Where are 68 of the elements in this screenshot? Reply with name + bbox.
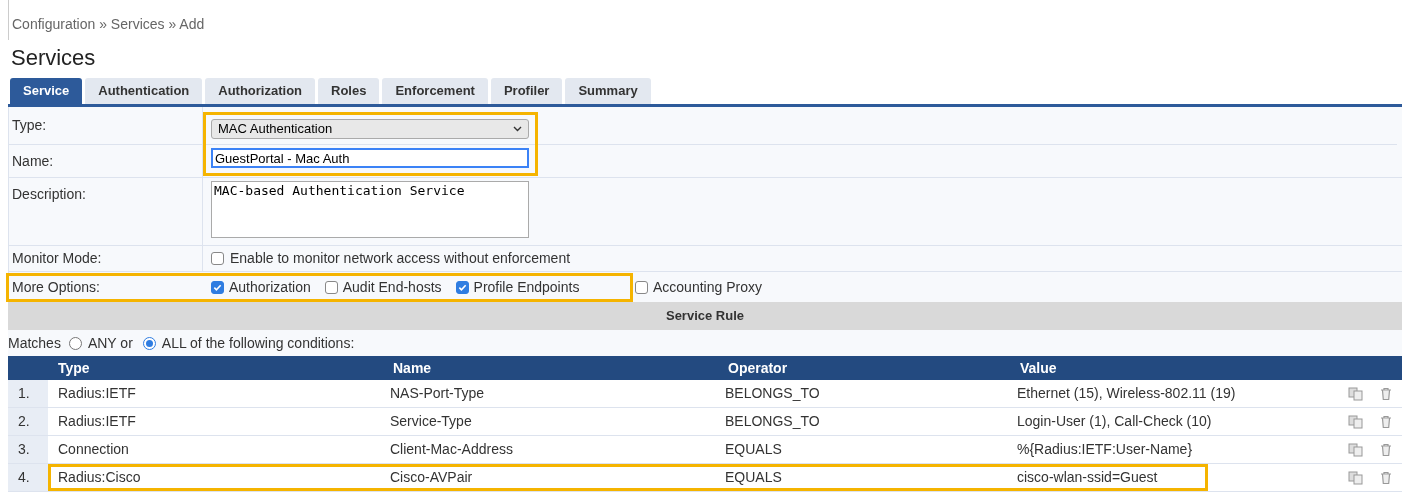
table-cell-text: BELONGS_TO	[724, 412, 821, 431]
row-number: 2.	[8, 408, 48, 435]
tab[interactable]: Profiler	[490, 78, 563, 104]
trash-icon[interactable]	[1380, 442, 1392, 457]
column-header: Type	[57, 358, 91, 378]
field-label: Monitor Mode:	[9, 246, 203, 271]
row-number: 3.	[8, 436, 48, 463]
name-field[interactable]: GuestPortal - Mac Auth	[211, 148, 529, 168]
table-cell-text: EQUALS	[724, 468, 783, 487]
trash-icon[interactable]	[1380, 414, 1392, 429]
table-cell-text: Connection	[57, 440, 130, 459]
checkbox-label: Profile Endpoints	[473, 277, 580, 297]
description-field[interactable]: MAC-based Authentication Service	[211, 181, 529, 238]
breadcrumb: Configuration » Services » Add	[12, 16, 205, 32]
checkbox[interactable]	[635, 280, 648, 294]
field-label: Description:	[9, 178, 203, 245]
caret-icon	[513, 126, 522, 132]
table-cell-text: NAS-Port-Type	[389, 384, 486, 403]
tab[interactable]: Authorization	[205, 78, 316, 104]
table-cell-text: Cisco-AVPair	[389, 468, 474, 487]
checkbox[interactable]	[455, 280, 469, 294]
table-cell-text: Service-Type	[389, 412, 473, 431]
section-header: Service Rule	[8, 302, 1402, 330]
trash-icon[interactable]	[1380, 386, 1392, 401]
copy-icon[interactable]	[1348, 414, 1364, 429]
field-label: More Options:	[11, 277, 101, 297]
table-cell-text: Login-User (1), Call-Check (10)	[1016, 412, 1213, 431]
copy-icon[interactable]	[1348, 442, 1364, 457]
radio-label: ANY or	[87, 333, 133, 353]
radio-button[interactable]	[142, 336, 156, 350]
table-cell-text: BELONGS_TO	[724, 384, 821, 403]
column-header: Name	[392, 358, 433, 378]
page-title: Services	[11, 43, 96, 72]
field-label: Name:	[11, 151, 55, 171]
table-cell-text: Radius:IETF	[57, 412, 137, 431]
table-cell-text: Client-Mac-Address	[389, 440, 514, 459]
radio-button[interactable]	[68, 336, 82, 350]
tab[interactable]: Roles	[318, 78, 380, 104]
type-dropdown[interactable]: MAC Authentication	[211, 119, 529, 139]
table-cell-text: cisco-wlan-ssid=Guest	[1016, 468, 1159, 487]
row-number: 4.	[8, 464, 48, 491]
checkbox[interactable]	[211, 280, 224, 294]
checkbox-label: Audit End-hosts	[342, 277, 442, 297]
table-cell-text: Radius:Cisco	[57, 468, 142, 487]
checkbox-label: Authorization	[229, 277, 311, 297]
checkbox[interactable]	[324, 280, 338, 294]
table-cell-text: Radius:IETF	[57, 384, 137, 403]
row-number: 1.	[8, 380, 48, 407]
table-cell-text: EQUALS	[724, 440, 783, 459]
checkbox-label: Enable to monitor network access without enforcement	[230, 249, 571, 268]
table-cell-text: %{Radius:IETF:User-Name}	[1016, 440, 1194, 459]
copy-icon[interactable]	[1348, 470, 1364, 485]
trash-icon[interactable]	[1380, 470, 1392, 485]
tab[interactable]: Summary	[565, 78, 651, 104]
checkbox-label: Accounting Proxy	[653, 277, 762, 297]
copy-icon[interactable]	[1348, 386, 1364, 401]
column-header: Operator	[727, 358, 789, 378]
tab[interactable]: Authentication	[85, 78, 203, 104]
column-header: Value	[1019, 358, 1058, 378]
table-cell-text: Ethernet (15), Wireless-802.11 (19)	[1016, 384, 1237, 403]
field-label: Type:	[9, 107, 202, 145]
tab[interactable]: Service	[10, 78, 83, 104]
matches-label: Matches	[8, 333, 61, 353]
checkbox[interactable]	[211, 252, 224, 265]
tab[interactable]: Enforcement	[382, 78, 488, 104]
checkmark-icon	[213, 282, 222, 292]
checkmark-icon	[457, 282, 467, 292]
radio-label: ALL of the following conditions:	[161, 333, 355, 353]
